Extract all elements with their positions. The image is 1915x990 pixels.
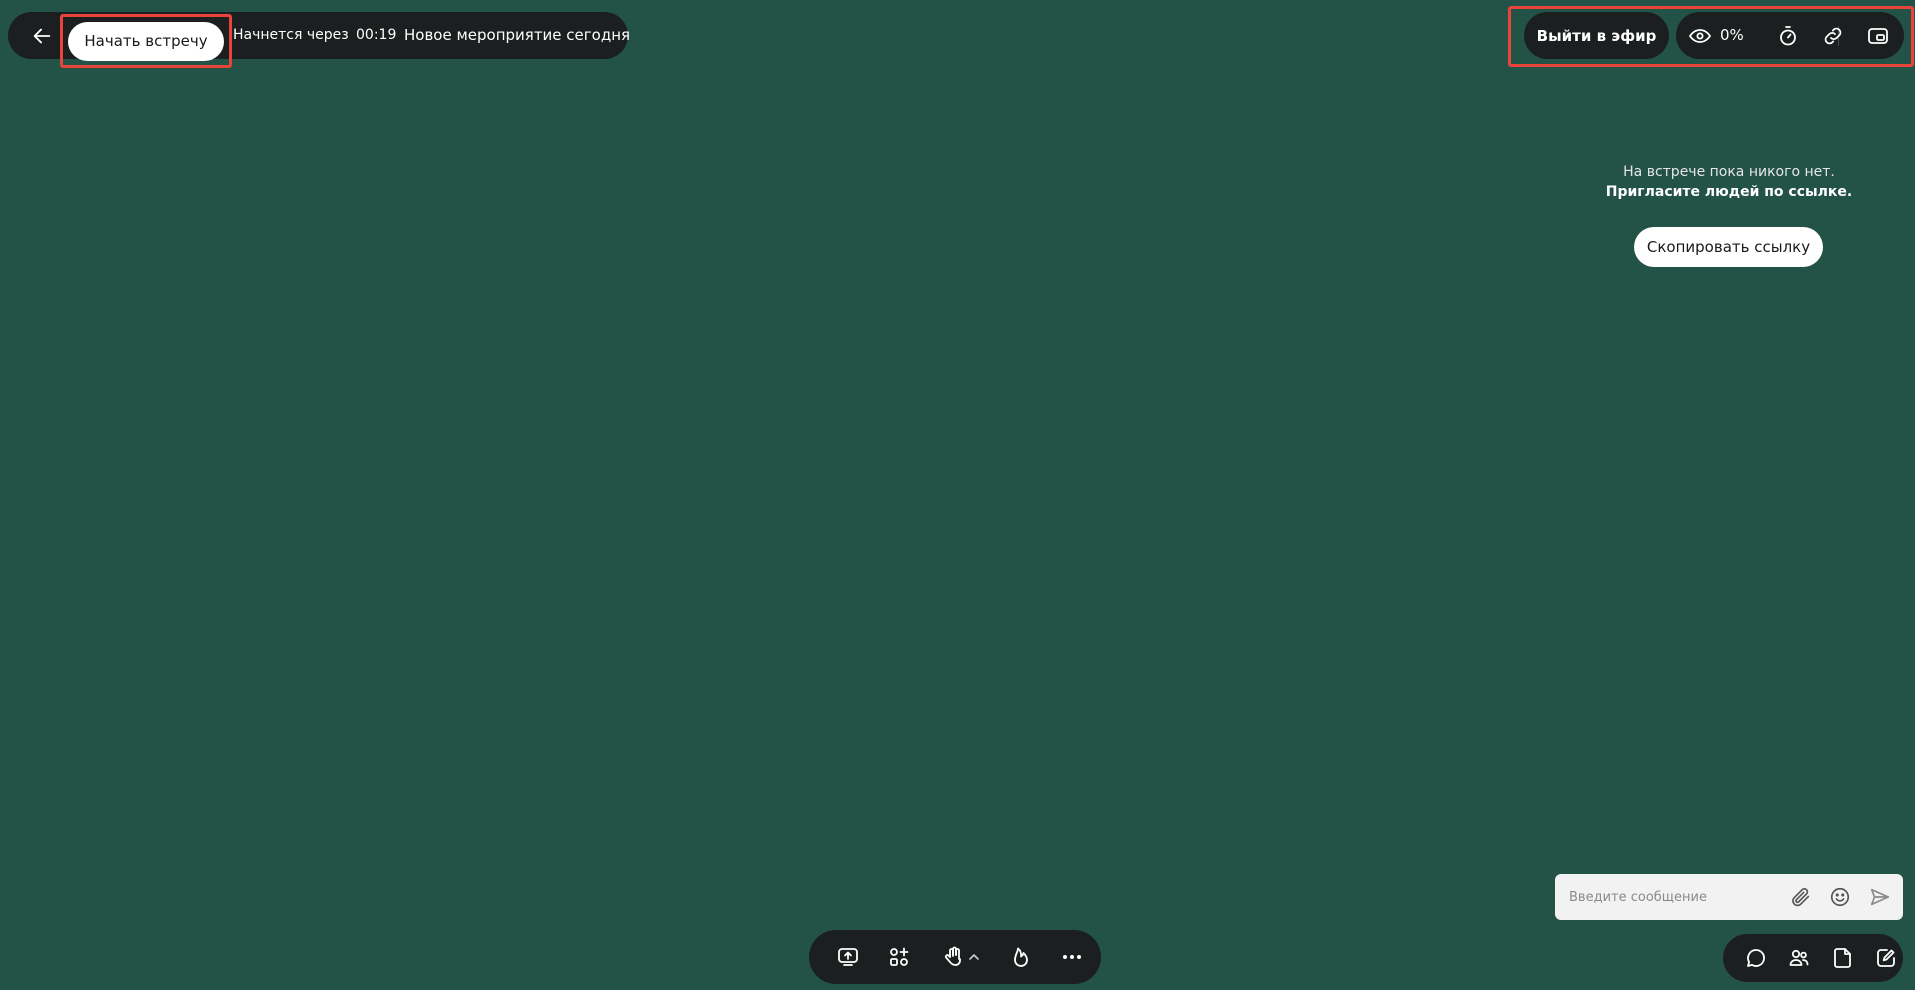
hand-icon[interactable] xyxy=(942,945,966,969)
starts-in-label: Начнется через xyxy=(233,27,349,43)
event-title: Новое мероприятие сегодня xyxy=(404,26,631,44)
start-meeting-button[interactable]: Начать встречу xyxy=(68,21,224,61)
chat-bubble-icon[interactable] xyxy=(1744,946,1768,970)
meeting-stage: Начать встречу Начнется через 00:19 Ново… xyxy=(0,0,1915,990)
note-icon[interactable] xyxy=(1831,946,1855,970)
start-meeting-highlight: Начать встречу xyxy=(60,14,232,68)
send-icon[interactable] xyxy=(1869,886,1891,908)
back-button[interactable] xyxy=(22,16,62,56)
empty-state-line-2: Пригласите людей по ссылке. xyxy=(1605,184,1853,200)
message-input[interactable] xyxy=(1567,882,1777,912)
people-icon[interactable] xyxy=(1787,946,1811,970)
go-live-button[interactable]: Выйти в эфир xyxy=(1524,12,1669,59)
more-dots-icon[interactable] xyxy=(1060,945,1084,969)
arrow-left-icon xyxy=(31,25,53,47)
bottom-toolbar xyxy=(809,930,1101,984)
viewers-percent: 0% xyxy=(1720,26,1744,44)
empty-state-message: На встрече пока никого нет. Пригласите л… xyxy=(1559,162,1899,202)
stopwatch-icon[interactable] xyxy=(1776,24,1800,48)
link-icon[interactable] xyxy=(1821,24,1845,48)
top-tools: 0% xyxy=(1676,12,1904,59)
apps-plus-icon[interactable] xyxy=(887,945,911,969)
message-box xyxy=(1555,874,1903,920)
countdown-timer: 00:19 xyxy=(356,27,397,43)
fire-icon[interactable] xyxy=(1009,945,1033,969)
smile-icon[interactable] xyxy=(1829,886,1851,908)
empty-state-line-1: На встрече пока никого нет. xyxy=(1623,164,1835,180)
eye-icon[interactable] xyxy=(1688,24,1712,48)
paperclip-icon[interactable] xyxy=(1790,886,1812,908)
edit-board-icon[interactable] xyxy=(1874,946,1898,970)
copy-link-button[interactable]: Скопировать ссылку xyxy=(1634,227,1823,267)
screen-share-icon[interactable] xyxy=(836,945,860,969)
picture-in-picture-icon[interactable] xyxy=(1866,24,1890,48)
side-toolbar xyxy=(1723,934,1903,982)
chevron-up-icon[interactable] xyxy=(966,945,982,969)
